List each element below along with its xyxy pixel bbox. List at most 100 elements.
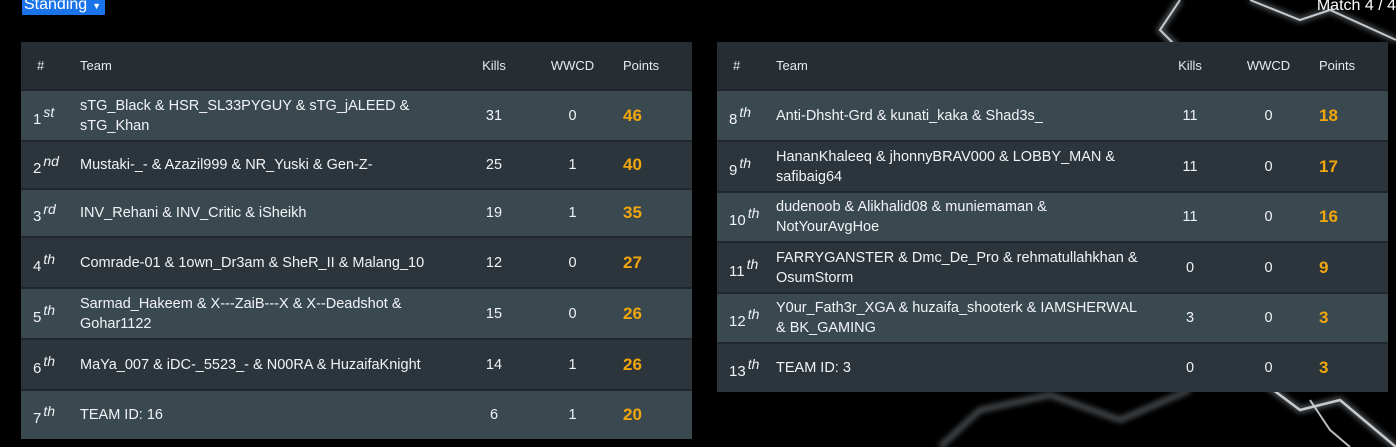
kills-value: 11 (1182, 107, 1198, 124)
rank-suffix: th (43, 352, 56, 369)
rank-suffix: th (747, 306, 760, 322)
rank-number: 9 (729, 161, 738, 179)
team-name: INV_Rehani & INV_Critic & iSheikh (80, 205, 307, 221)
rank-number: 5 (33, 308, 42, 326)
header-points: Points (623, 58, 660, 73)
rank-cell: 10th (717, 192, 776, 242)
rank-suffix: th (747, 205, 760, 221)
rank-cell: 12th (717, 293, 776, 343)
points-value: 3 (1319, 358, 1329, 377)
rank-number: 2 (33, 160, 42, 177)
wwcd-value: 0 (1264, 158, 1273, 175)
wwcd-value: 1 (568, 205, 577, 221)
rank-suffix: nd (43, 153, 59, 169)
rank-cell: 5th (21, 288, 80, 339)
team-name: Mustaki-_- & Azazil999 & NR_Yuski & Gen-… (80, 157, 373, 173)
rank-suffix: th (746, 255, 759, 272)
table-row: 8th Anti-Dhsht-Grd & kunati_kaka & Shad3s… (717, 90, 1388, 141)
kills-value: 31 (485, 107, 503, 124)
team-name: dudenoob & Alikhalid08 & muniemaman & No… (776, 199, 1047, 235)
rank-cell: 4th (21, 237, 80, 288)
header-wwcd: WWCD (550, 58, 595, 73)
points-value: 26 (623, 354, 642, 374)
table-row: 3rd INV_Rehani & INV_Critic & iSheikh 19 1 3… (21, 189, 692, 237)
table-row: 2nd Mustaki-_- & Azazil999 & NR_Yuski & G… (21, 141, 692, 189)
rank-number: 10 (729, 212, 746, 229)
table-row: 10th dudenoob & Alikhalid08 & muniemaman … (717, 192, 1388, 242)
header-wwcd: WWCD (1246, 58, 1291, 73)
table-row: 1st sTG_Black & HSR_SL33PYGUY & sTG_jALEE… (21, 90, 692, 141)
standing-dropdown-label: Standing (24, 0, 88, 13)
team-name: TEAM ID: 16 (80, 407, 163, 423)
team-name: HananKhaleeq & jhonnyBRAV000 & LOBBY_MAN… (776, 148, 1116, 185)
points-value: 17 (1319, 156, 1338, 176)
match-indicator: Match 4 / 4 (1316, 0, 1396, 14)
points-value: 35 (623, 203, 642, 222)
kills-value: 6 (489, 407, 499, 423)
header-rank: # (37, 58, 45, 73)
rank-number: 12 (729, 313, 746, 330)
kills-value: 15 (485, 305, 503, 322)
points-value: 46 (623, 105, 642, 125)
rank-number: 6 (33, 359, 42, 377)
wwcd-value: 0 (1264, 310, 1273, 326)
wwcd-value: 0 (568, 254, 577, 271)
rank-cell: 1st (21, 90, 80, 141)
kills-value: 0 (1185, 259, 1195, 276)
rank-cell: 6th (21, 339, 80, 390)
kills-value: 25 (485, 157, 503, 173)
rank-suffix: st (43, 103, 55, 120)
chevron-down-icon: ▼ (92, 1, 102, 11)
team-name: sTG_Black & HSR_SL33PYGUY & sTG_jALEED &… (80, 97, 410, 134)
header-team: Team (776, 58, 808, 73)
rank-cell: 7th (21, 390, 80, 439)
table-header: # Team Kills WWCD Points (717, 42, 1388, 90)
kills-value: 11 (1182, 209, 1198, 225)
rank-cell: 9th (717, 141, 776, 192)
rank-suffix: th (739, 154, 752, 171)
wwcd-value: 0 (568, 107, 577, 124)
rank-number: 11 (729, 262, 745, 280)
points-value: 18 (1319, 105, 1338, 125)
header-team: Team (80, 58, 112, 73)
team-name: Sarmad_Hakeem & X---ZaiB---X & X--Deadsh… (80, 295, 402, 332)
table-row: 5th Sarmad_Hakeem & X---ZaiB---X & X--Dea… (21, 288, 692, 339)
rank-suffix: th (43, 301, 56, 318)
team-name: Comrade-01 & 1own_Dr3am & SheR_II & Mala… (80, 254, 425, 271)
points-value: 40 (623, 155, 642, 174)
table-row: 4th Comrade-01 & 1own_Dr3am & SheR_II & M… (21, 237, 692, 288)
rank-suffix: th (43, 403, 56, 419)
standing-dropdown[interactable]: Standing ▼ (22, 0, 106, 15)
team-name: TEAM ID: 3 (776, 360, 851, 376)
kills-value: 3 (1185, 310, 1195, 326)
header-points: Points (1319, 58, 1356, 73)
points-value: 26 (623, 303, 642, 323)
rank-suffix: th (43, 250, 56, 267)
table-row: 6th MaYa_007 & iDC-_5523_- & N00RA & Huza… (21, 339, 692, 390)
points-value: 16 (1319, 207, 1338, 226)
team-name: FARRYGANSTER & Dmc_De_Pro & rehmatullahk… (776, 249, 1138, 286)
team-name: MaYa_007 & iDC-_5523_- & N00RA & Huzaifa… (80, 356, 421, 373)
wwcd-value: 1 (568, 157, 577, 173)
rank-cell: 2nd (21, 141, 80, 189)
header-kills: Kills (1178, 58, 1202, 73)
kills-value: 0 (1185, 360, 1195, 376)
wwcd-value: 0 (1264, 209, 1273, 225)
standings-table-left: # Team Kills WWCD Points 1st sTG_Black & … (21, 42, 692, 439)
wwcd-value: 0 (568, 305, 577, 322)
rank-cell: 13th (717, 343, 776, 392)
wwcd-value: 1 (568, 407, 577, 423)
wwcd-value: 0 (1264, 360, 1273, 376)
rank-suffix: th (739, 103, 752, 120)
rank-number: 1 (33, 110, 42, 128)
standings-table-right: # Team Kills WWCD Points 8th Anti-Dhsht-G… (717, 42, 1388, 392)
points-value: 9 (1319, 257, 1329, 277)
points-value: 20 (623, 405, 642, 424)
team-name: Y0ur_Fath3r_XGA & huzaifa_shooterk & IAM… (776, 300, 1137, 336)
table-row: 9th HananKhaleeq & jhonnyBRAV000 & LOBBY_… (717, 141, 1388, 192)
table-header: # Team Kills WWCD Points (21, 42, 692, 90)
rank-suffix: th (747, 356, 760, 372)
wwcd-value: 1 (568, 356, 577, 373)
points-value: 27 (623, 252, 642, 272)
kills-value: 11 (1182, 158, 1198, 175)
